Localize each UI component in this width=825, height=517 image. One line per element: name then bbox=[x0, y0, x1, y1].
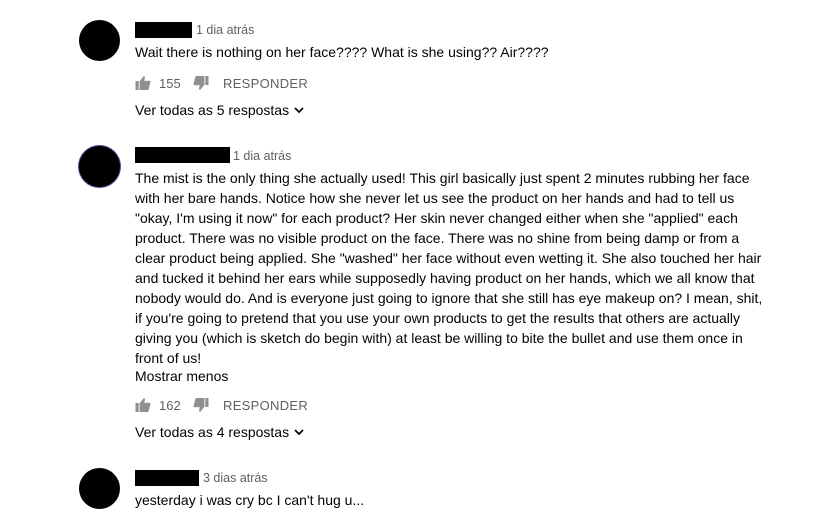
show-less-button[interactable]: Mostrar menos bbox=[135, 368, 228, 384]
view-replies-label: Ver todas as 5 respostas bbox=[135, 102, 290, 118]
thumbs-up-icon[interactable] bbox=[135, 397, 151, 413]
chevron-down-icon bbox=[294, 429, 304, 436]
comment-actions: 162 RESPONDER bbox=[135, 395, 308, 415]
avatar[interactable] bbox=[79, 146, 120, 187]
avatar[interactable] bbox=[79, 20, 120, 61]
redacted-author-name bbox=[135, 147, 230, 163]
avatar[interactable] bbox=[79, 468, 120, 509]
comment-text: yesterday i was cry bc I can't hug u... bbox=[135, 492, 365, 508]
comment-timestamp[interactable]: 1 dia atrás bbox=[233, 149, 291, 163]
comment-timestamp[interactable]: 1 dia atrás bbox=[196, 23, 254, 37]
view-replies-button[interactable]: Ver todas as 5 respostas bbox=[135, 102, 305, 118]
view-replies-button[interactable]: Ver todas as 4 respostas bbox=[135, 424, 305, 440]
like-count: 162 bbox=[159, 397, 181, 413]
comment-text: The mist is the only thing she actually … bbox=[135, 170, 763, 366]
reply-button[interactable]: RESPONDER bbox=[223, 398, 308, 413]
comment-timestamp[interactable]: 3 dias atrás bbox=[203, 471, 268, 485]
like-count: 155 bbox=[159, 75, 181, 91]
reply-button[interactable]: RESPONDER bbox=[223, 76, 308, 91]
comment-text: Wait there is nothing on her face???? Wh… bbox=[135, 44, 549, 60]
chevron-down-icon bbox=[294, 107, 304, 114]
view-replies-label: Ver todas as 4 respostas bbox=[135, 424, 290, 440]
redacted-author-name bbox=[135, 470, 199, 486]
redacted-author-name bbox=[135, 22, 192, 38]
thumbs-down-icon[interactable] bbox=[193, 75, 209, 91]
thumbs-down-icon[interactable] bbox=[193, 397, 209, 413]
comment-actions: 155 RESPONDER bbox=[135, 73, 308, 93]
thumbs-up-icon[interactable] bbox=[135, 75, 151, 91]
